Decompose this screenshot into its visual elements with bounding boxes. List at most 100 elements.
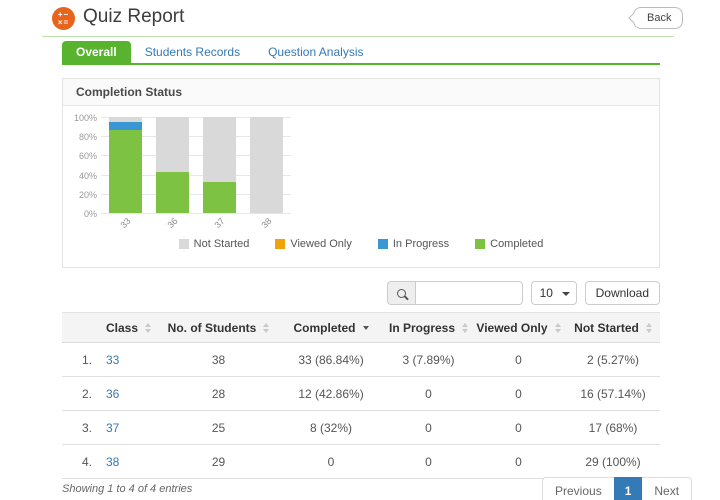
y-tick-label: 0% [63,209,97,219]
header-no-of-students[interactable]: No. of Students [161,313,276,343]
sort-icon[interactable] [145,323,151,333]
row-number: 2. [62,377,96,411]
plot-area: 33363738 [101,117,291,213]
completion-status-chart: 100%80%60%40%20%0% 33363738 Not StartedV… [63,106,659,267]
tab-bar: Overall Students Records Question Analys… [62,42,377,63]
panel-title: Completion Status [63,79,659,106]
cell-in-progress: 0 [386,445,471,479]
table-row: 3. 37 25 8 (32%) 0 0 17 (68%) [62,411,660,445]
header-not-started[interactable]: Not Started [566,313,660,343]
cell-students: 29 [161,445,276,479]
bar-segment-completed [109,130,142,213]
y-tick-label: 60% [63,151,97,161]
legend-swatch [475,239,485,249]
chart-legend: Not Started Viewed Only In Progress Complet… [63,238,659,250]
y-tick-label: 20% [63,190,97,200]
bar-38: 38 [250,117,283,213]
bars: 33363738 [109,117,283,213]
tab-students-records[interactable]: Students Records [131,41,254,63]
entries-summary: Showing 1 to 4 of 4 entries [62,483,192,495]
row-number: 1. [62,343,96,377]
page-size-select[interactable]: 10 [531,281,577,305]
page-size-value: 10 [540,286,553,300]
bar-segment-not-started [156,117,189,172]
class-link[interactable]: 33 [106,353,119,367]
page-title: Quiz Report [83,6,184,28]
bar-segment-completed [156,172,189,213]
overall-report-table: Class No. of Students Completed In Progr… [62,312,660,479]
class-link[interactable]: 36 [106,387,119,401]
search-icon [397,289,406,298]
search-group [387,281,523,305]
cell-viewed-only: 0 [471,411,566,445]
bar-track [250,117,283,213]
download-button[interactable]: Download [585,281,660,305]
tab-question-analysis[interactable]: Question Analysis [254,41,377,63]
sort-icon[interactable] [555,323,561,333]
cell-in-progress: 0 [386,411,471,445]
pagination-next[interactable]: Next [642,477,692,500]
legend-label: Completed [490,238,543,250]
legend-item-in-progress: In Progress [378,238,449,250]
bar-37: 37 [203,117,236,213]
legend-item-not-started: Not Started [179,238,250,250]
cell-students: 28 [161,377,276,411]
cell-completed: 12 (42.86%) [276,377,386,411]
table-controls: 10 Download [62,281,660,305]
search-input[interactable] [415,281,523,305]
caret-down-icon [562,292,570,296]
header-completed[interactable]: Completed [276,313,386,343]
y-tick-label: 40% [63,171,97,181]
cell-viewed-only: 0 [471,377,566,411]
table-row: 1. 33 38 33 (86.84%) 3 (7.89%) 0 2 (5.27… [62,343,660,377]
y-tick-label: 80% [63,132,97,142]
cell-in-progress: 0 [386,377,471,411]
cell-completed: 0 [276,445,386,479]
legend-label: In Progress [393,238,449,250]
class-link[interactable]: 38 [106,455,119,469]
math-quiz-icon: +−×= [52,7,75,30]
sort-icon[interactable] [462,323,468,333]
header-class[interactable]: Class [96,313,161,343]
back-button-label: Back [647,12,671,24]
cell-not-started: 29 (100%) [566,445,660,479]
cell-in-progress: 3 (7.89%) [386,343,471,377]
bar-track [203,117,236,213]
header-in-progress[interactable]: In Progress [386,313,471,343]
pagination-previous[interactable]: Previous [542,477,614,500]
bar-segment-in-progress [109,122,142,130]
header-viewed-only[interactable]: Viewed Only [471,313,566,343]
cell-completed: 8 (32%) [276,411,386,445]
completion-status-panel: Completion Status 100%80%60%40%20%0% 333… [62,78,660,268]
sort-icon[interactable] [263,323,269,333]
bar-33: 33 [109,117,142,213]
bar-segment-completed [203,182,236,213]
bar-segment-not-started [250,117,283,213]
table-row: 4. 38 29 0 0 0 29 (100%) [62,445,660,479]
legend-item-completed: Completed [475,238,543,250]
pagination-page-1[interactable]: 1 [614,477,643,500]
bar-track [109,117,142,213]
sort-desc-icon[interactable] [363,326,369,330]
legend-swatch [378,239,388,249]
y-axis: 100%80%60%40%20%0% [63,117,97,213]
cell-not-started: 16 (57.14%) [566,377,660,411]
cell-not-started: 17 (68%) [566,411,660,445]
table-row: 2. 36 28 12 (42.86%) 0 0 16 (57.14%) [62,377,660,411]
sort-icon[interactable] [646,323,652,333]
table-header-row: Class No. of Students Completed In Progr… [62,313,660,343]
cell-students: 25 [161,411,276,445]
search-addon [387,281,415,305]
back-button[interactable]: Back [633,7,683,29]
class-link[interactable]: 37 [106,421,119,435]
row-number: 3. [62,411,96,445]
legend-label: Viewed Only [290,238,352,250]
legend-swatch [179,239,189,249]
tab-overall[interactable]: Overall [62,41,131,63]
cell-viewed-only: 0 [471,445,566,479]
cell-not-started: 2 (5.27%) [566,343,660,377]
cell-students: 38 [161,343,276,377]
header-divider [42,36,674,37]
bar-track [156,117,189,213]
pagination: Previous 1 Next [542,477,692,500]
